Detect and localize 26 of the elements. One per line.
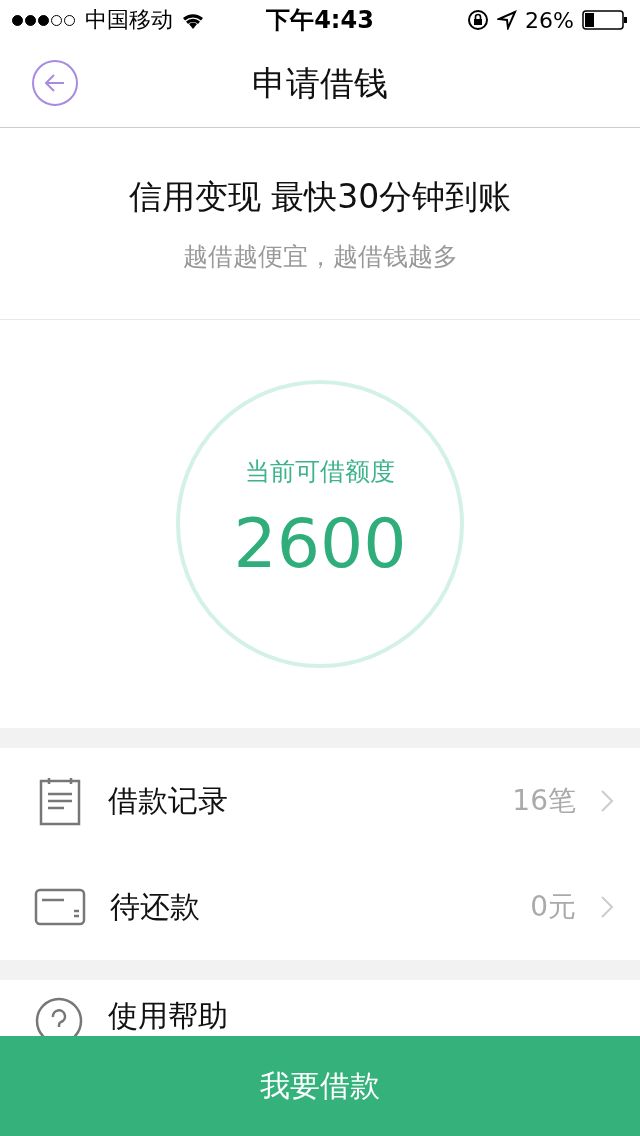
credit-amount: 2600	[233, 504, 407, 583]
subtitle: 越借越便宜，越借钱越多	[182, 240, 458, 273]
credit-label: 当前可借额度	[245, 456, 395, 488]
menu-row[interactable]: 使用帮助	[0, 980, 640, 1036]
location-arrow-icon	[497, 10, 518, 30]
card-icon	[34, 887, 86, 927]
help-icon	[34, 996, 84, 1036]
chevron-icon	[600, 895, 614, 919]
row-value: 0元	[530, 889, 576, 925]
headline: 信用变现 最快30分钟到账	[128, 175, 512, 218]
battery-icon	[582, 10, 628, 30]
rotation-lock-icon	[467, 9, 490, 31]
page-title: 申请借钱	[252, 61, 388, 105]
menu-row[interactable]: 待还款 0元	[0, 854, 640, 960]
chevron-icon	[600, 789, 614, 813]
row-value: 16笔	[512, 783, 576, 819]
row-label: 借款记录	[108, 781, 229, 820]
carrier: 中国移动	[85, 6, 173, 34]
wifi-icon	[181, 11, 205, 29]
row-label: 待还款	[110, 887, 201, 926]
back-button[interactable]	[32, 60, 78, 106]
clock: 下午4:43	[266, 5, 374, 36]
battery-percent: 26%	[525, 7, 574, 33]
back-arrow-icon	[44, 73, 66, 93]
menu-row[interactable]: 借款记录 16笔	[0, 748, 640, 854]
row-label: 使用帮助	[108, 997, 229, 1035]
